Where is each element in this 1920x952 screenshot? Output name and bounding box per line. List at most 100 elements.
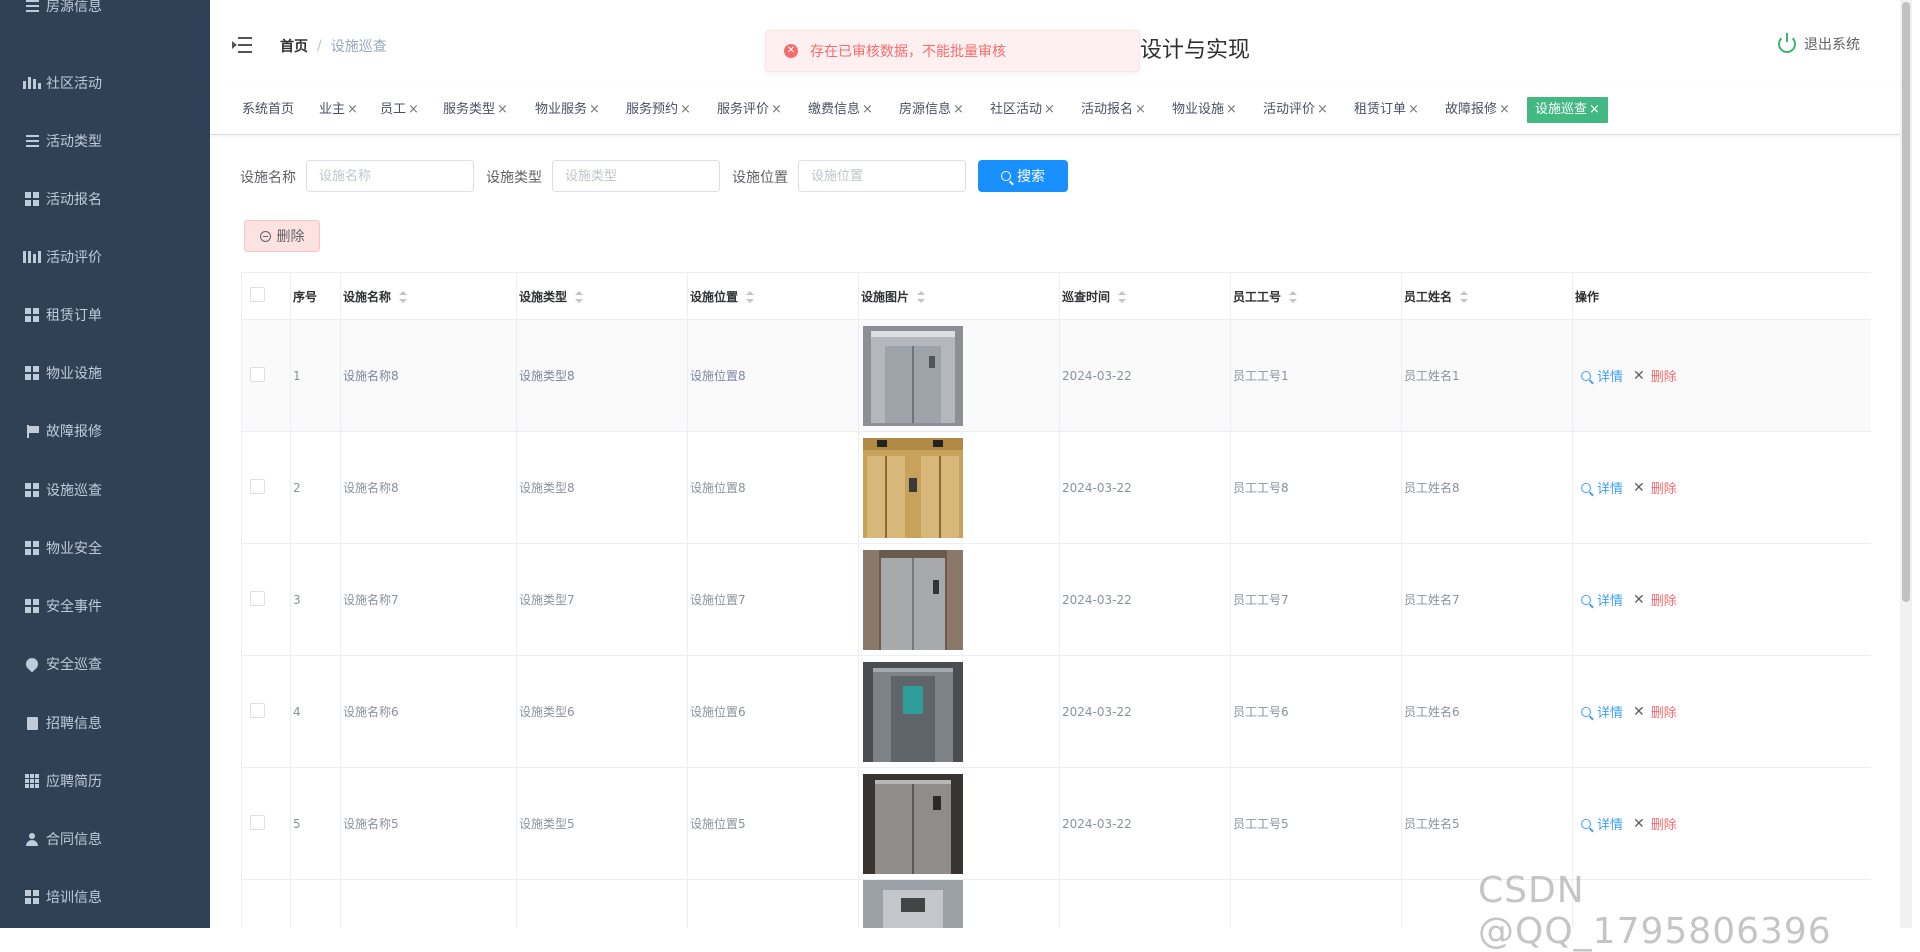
sidebar-item-activity-signup[interactable]: 活动报名 [0,179,210,219]
breadcrumb-home[interactable]: 首页 [280,36,308,56]
page-scrollbar[interactable] [1900,0,1912,928]
facility-name-input[interactable] [306,160,474,192]
row-checkbox[interactable] [250,702,265,718]
sidebar-item-facility-inspection[interactable]: 设施巡查 [0,470,210,510]
sort-icon[interactable] [1118,291,1127,303]
sidebar-item-resume[interactable]: 应聘简历 [0,761,210,801]
scrollbar-thumb[interactable] [1902,2,1910,602]
tag-owner[interactable]: 业主 × [317,97,360,123]
row-checkbox[interactable] [250,478,265,494]
facility-type-input[interactable] [552,160,720,192]
tag-service-booking[interactable]: 服务预约 × [624,97,693,123]
sidebar-item-label: 安全巡查 [46,657,102,673]
delete-button[interactable]: ✕ 删除 [1633,366,1677,386]
tag-activity-signup[interactable]: 活动报名 × [1079,97,1148,123]
close-icon: ✕ [1633,703,1645,720]
close-icon[interactable]: × [408,102,419,117]
delete-button[interactable]: ✕ 删除 [1633,702,1677,722]
sidebar-item-rental-order[interactable]: 租赁订单 [0,295,210,335]
sidebar-item-fault-repair[interactable]: 故障报修 [0,411,210,451]
elevator-image[interactable] [863,880,963,928]
close-icon[interactable]: × [953,102,964,117]
close-icon[interactable]: × [1589,102,1600,117]
close-icon[interactable]: × [1044,102,1055,117]
detail-button[interactable]: 详情 [1581,478,1623,497]
facility-location-input[interactable] [798,160,966,192]
row-checkbox[interactable] [250,590,265,606]
tag-payment[interactable]: 缴费信息 × [806,97,875,123]
tag-housing[interactable]: 房源信息 × [897,97,966,123]
tag-service-type[interactable]: 服务类型 × [441,97,510,123]
close-icon[interactable]: × [347,102,358,117]
detail-button[interactable]: 详情 [1581,366,1623,385]
sidebar-item-security-inspection[interactable]: 安全巡查 [0,644,210,684]
tag-fault-repair[interactable]: 故障报修 × [1443,97,1512,123]
delete-button[interactable]: ✕ 删除 [1633,478,1677,498]
column-header-emp-no[interactable]: 员工工号 [1230,272,1402,320]
close-icon[interactable]: × [497,102,508,117]
close-icon[interactable]: × [1408,102,1419,117]
elevator-image[interactable] [863,325,963,426]
sort-icon[interactable] [1289,291,1298,303]
tag-property-service[interactable]: 物业服务 × [533,97,602,123]
close-icon[interactable]: × [680,102,691,117]
column-header-location[interactable]: 设施位置 [687,272,859,320]
close-icon[interactable]: × [771,102,782,117]
close-icon[interactable]: × [1499,102,1510,117]
detail-label: 详情 [1597,594,1624,609]
tag-facility-inspection[interactable]: 设施巡查 × [1527,97,1608,123]
sidebar-item-security-event[interactable]: 安全事件 [0,586,210,626]
sidebar-item-property-security[interactable]: 物业安全 [0,528,210,568]
sort-icon[interactable] [399,291,408,303]
search-button[interactable]: 搜索 [978,160,1068,192]
sidebar-item-label: 故障报修 [46,424,102,440]
select-all-checkbox[interactable] [250,287,265,302]
sidebar-item-partial[interactable]: 房源信息 [0,0,210,26]
row-checkbox[interactable] [250,366,265,382]
sidebar-item-property-facility[interactable]: 物业设施 [0,353,210,393]
elevator-image[interactable] [863,773,963,874]
close-icon[interactable]: × [1317,102,1328,117]
column-header-emp-name[interactable]: 员工姓名 [1401,272,1573,320]
close-icon[interactable]: × [1135,102,1146,117]
sidebar-item-recruitment[interactable]: 招聘信息 [0,703,210,743]
delete-button[interactable]: ✕ 删除 [1633,590,1677,610]
close-icon[interactable]: × [589,102,600,117]
logout-button[interactable]: 退出系统 [1778,33,1860,54]
close-icon[interactable]: × [1226,102,1237,117]
tag-activity-review[interactable]: 活动评价 × [1261,97,1330,123]
tag-home[interactable]: 系统首页 [240,97,296,123]
column-header-time[interactable]: 巡查时间 [1059,272,1231,320]
tag-rental-order[interactable]: 租赁订单 × [1352,97,1421,123]
tag-service-review[interactable]: 服务评价 × [715,97,784,123]
elevator-image[interactable] [863,549,963,650]
elevator-image[interactable] [863,437,963,538]
sidebar-item-contract[interactable]: 合同信息 [0,819,210,859]
sort-icon[interactable] [1460,291,1469,303]
sidebar-item-community-activity[interactable]: 社区活动 [0,63,210,103]
sidebar-item-activity-review[interactable]: 活动评价 [0,237,210,277]
sort-icon[interactable] [917,291,926,303]
batch-delete-button[interactable]: 删除 [244,220,320,252]
detail-button[interactable]: 详情 [1581,814,1623,833]
tag-community-activity[interactable]: 社区活动 × [988,97,1057,123]
detail-button[interactable]: 详情 [1581,702,1623,721]
row-checkbox[interactable] [250,814,265,830]
column-header-type[interactable]: 设施类型 [516,272,688,320]
delete-button[interactable]: ✕ 删除 [1633,814,1677,834]
detail-button[interactable]: 详情 [1581,590,1623,609]
column-header-name[interactable]: 设施名称 [340,272,517,320]
sort-icon[interactable] [575,291,584,303]
column-header-image[interactable]: 设施图片 [858,272,1060,320]
sort-icon[interactable] [746,291,755,303]
hamburger-icon[interactable] [232,36,252,54]
facility-name-cell: 设施名称6 [340,655,517,768]
elevator-image[interactable] [863,661,963,762]
tag-property-facility[interactable]: 物业设施 × [1170,97,1239,123]
tag-staff[interactable]: 员工 × [378,97,421,123]
data-table: 序号 设施名称 设施类型 设施位置 设施图片 巡查时间 员工工号 员工姓名 操作… [241,272,1871,928]
sidebar-item-training[interactable]: 培训信息 [0,877,210,917]
close-icon[interactable]: × [862,102,873,117]
activity-icon [23,75,41,91]
sidebar-item-activity-type[interactable]: 活动类型 [0,121,210,161]
